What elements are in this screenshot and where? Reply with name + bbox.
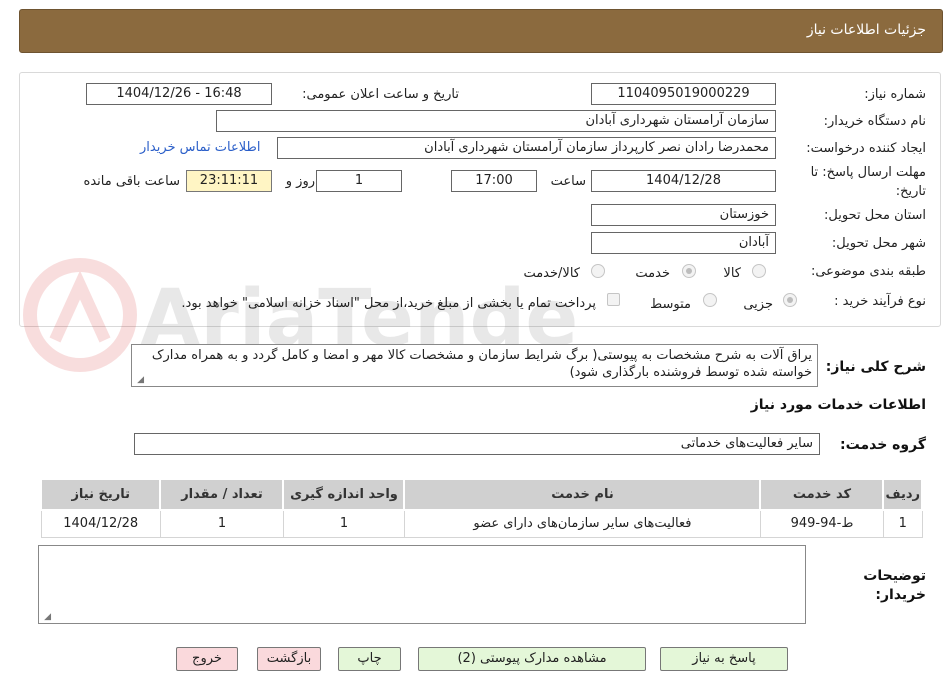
request-creator-label: ایجاد کننده درخواست: (806, 141, 926, 156)
category-label: طبقه بندی موضوعی: (810, 264, 926, 279)
request-creator-field: محمدرضا رادان نصر کارپرداز سازمان آرامست… (277, 137, 776, 159)
resize-grip-icon[interactable]: ◢ (41, 612, 51, 622)
table-row: 1 ط-94-949 فعالیت‌های سایر سازمان‌های دا… (40, 509, 923, 538)
resize-grip-icon[interactable]: ◢ (134, 375, 144, 385)
services-section-title: اطلاعات خدمات مورد نیاز (750, 397, 926, 413)
buyer-notes-textarea[interactable]: ◢ (38, 545, 806, 624)
col-row-header: ردیف (882, 478, 923, 511)
category-goods-label: کالا (723, 266, 741, 281)
row-number-cell: 1 (882, 509, 923, 538)
col-need-date-header: تاریخ نیاز (39, 478, 162, 511)
need-description-label: شرح کلی نیاز: (825, 359, 926, 375)
announce-datetime-field: 1404/12/26 - 16:48 (86, 83, 272, 105)
deadline-date-field: 1404/12/28 (591, 170, 776, 192)
col-quantity-header: تعداد / مقدار (159, 478, 285, 511)
col-service-code-header: کد خدمت (759, 478, 885, 511)
need-number-label: شماره نیاز: (864, 87, 926, 102)
page-header: جزئیات اطلاعات نیاز (19, 9, 943, 53)
service-group-label: گروه خدمت: (840, 437, 926, 453)
view-attachments-button[interactable]: مشاهده مدارک پیوستی (2) (418, 647, 646, 671)
category-goods-service-radio[interactable] (591, 264, 605, 278)
category-service-label: خدمت (635, 266, 670, 281)
quantity-cell: 1 (159, 509, 284, 538)
deadline-label-line2: تاریخ: (895, 184, 926, 199)
purchase-process-label: نوع فرآیند خرید : (834, 294, 926, 309)
page-title: جزئیات اطلاعات نیاز (806, 22, 926, 38)
process-minor-radio[interactable] (783, 293, 797, 307)
remaining-days-field: 1 (316, 170, 402, 192)
back-button[interactable]: بازگشت (257, 647, 321, 671)
process-minor-label: جزیی (743, 297, 773, 312)
need-description-textarea[interactable]: یراق آلات به شرح مشخصات به پیوستی( برگ ش… (131, 344, 818, 387)
days-label: روز و (285, 174, 315, 189)
treasury-payment-note: پرداخت تمام یا بخشی از مبلغ خرید،از محل … (181, 296, 596, 311)
buyer-notes-label: توضیحات (863, 568, 926, 584)
buyer-notes-label-line2: خریدار: (875, 587, 926, 603)
delivery-province-label: استان محل تحویل: (824, 208, 926, 223)
delivery-city-label: شهر محل تحویل: (831, 236, 926, 251)
deadline-time-label: ساعت (550, 174, 586, 189)
need-description-text: یراق آلات به شرح مشخصات به پیوستی( برگ ش… (151, 348, 812, 380)
service-group-field: سایر فعالیت‌های خدماتی (134, 433, 820, 455)
category-goods-service-label: کالا/خدمت (523, 266, 580, 281)
deadline-label: مهلت ارسال پاسخ: تا (810, 165, 926, 180)
need-number-field: 1104095019000229 (591, 83, 776, 105)
category-service-radio[interactable] (682, 264, 696, 278)
category-goods-radio[interactable] (752, 264, 766, 278)
need-date-cell: 1404/12/28 (40, 509, 161, 538)
service-code-cell: ط-94-949 (759, 509, 884, 538)
remaining-time-field: 23:11:11 (186, 170, 272, 192)
print-button[interactable]: چاپ (338, 647, 401, 671)
delivery-province-field: خوزستان (591, 204, 776, 226)
deadline-time-field: 17:00 (451, 170, 537, 192)
treasury-payment-checkbox[interactable] (607, 293, 620, 306)
col-unit-header: واحد اندازه گیری (282, 478, 406, 511)
announce-datetime-label: تاریخ و ساعت اعلان عمومی: (302, 87, 459, 102)
table-header-row: ردیف کد خدمت نام خدمت واحد اندازه گیری ت… (39, 478, 923, 511)
reply-to-need-button[interactable]: پاسخ به نیاز (660, 647, 788, 671)
col-service-name-header: نام خدمت (403, 478, 762, 511)
service-name-cell: فعالیت‌های سایر سازمان‌های دارای عضو (403, 509, 761, 538)
buyer-org-label: نام دستگاه خریدار: (823, 114, 926, 129)
services-table: ردیف کد خدمت نام خدمت واحد اندازه گیری ت… (39, 478, 923, 538)
buyer-org-field: سازمان آرامستان شهرداری آبادان (216, 110, 776, 132)
unit-cell: 1 (282, 509, 405, 538)
process-medium-label: متوسط (650, 297, 691, 312)
process-medium-radio[interactable] (703, 293, 717, 307)
delivery-city-field: آبادان (591, 232, 776, 254)
exit-button[interactable]: خروج (176, 647, 238, 671)
buyer-contact-link[interactable]: اطلاعات تماس خریدار (140, 140, 260, 155)
remaining-time-label: ساعت باقی مانده (83, 174, 180, 189)
